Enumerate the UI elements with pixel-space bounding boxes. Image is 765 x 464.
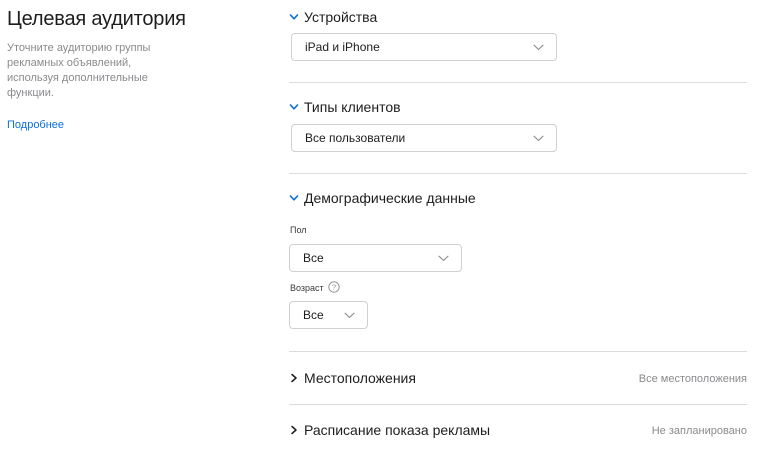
devices-select[interactable]: iPad и iPhone <box>291 33 557 61</box>
ad-schedule-title: Расписание показа рекламы <box>304 422 491 438</box>
dropdown-arrow-icon <box>533 131 544 145</box>
divider <box>289 82 747 83</box>
customer-types-select[interactable]: Все пользователи <box>291 124 557 152</box>
help-circle-icon[interactable]: ? <box>328 281 340 295</box>
age-label-row: Возраст ? <box>290 281 340 295</box>
divider <box>289 404 747 405</box>
demographics-section-header[interactable]: Демографические данные <box>289 190 476 206</box>
devices-title: Устройства <box>304 9 378 25</box>
customer-types-title: Типы клиентов <box>304 99 401 115</box>
gender-select-value: Все <box>303 251 324 265</box>
devices-section-header[interactable]: Устройства <box>289 9 377 25</box>
dropdown-arrow-icon <box>438 251 449 265</box>
locations-section-header[interactable]: Местоположения <box>289 370 416 386</box>
svg-text:?: ? <box>332 283 336 292</box>
customer-types-select-value: Все пользователи <box>305 131 406 145</box>
gender-select[interactable]: Все <box>289 244 462 272</box>
divider <box>289 351 747 352</box>
chevron-down-icon <box>289 13 299 21</box>
gender-label: Пол <box>290 225 307 235</box>
chevron-right-icon <box>289 373 299 383</box>
customer-types-section-header[interactable]: Типы клиентов <box>289 99 401 115</box>
page-title: Целевая аудитория <box>7 8 186 30</box>
devices-select-value: iPad и iPhone <box>305 40 380 54</box>
page-description: Уточните аудиторию группы рекламных объя… <box>7 42 151 99</box>
age-label: Возраст <box>290 283 324 293</box>
dropdown-arrow-icon <box>533 40 544 54</box>
learn-more-link[interactable]: Подробнее <box>7 119 207 131</box>
chevron-down-icon <box>289 194 299 202</box>
left-panel: Целевая аудитория Уточните аудиторию гру… <box>7 8 207 131</box>
locations-summary: Все местоположения <box>638 373 747 385</box>
chevron-right-icon <box>289 425 299 435</box>
locations-title: Местоположения <box>304 370 416 386</box>
age-select[interactable]: Все <box>289 301 368 329</box>
dropdown-arrow-icon <box>344 308 355 322</box>
demographics-title: Демографические данные <box>304 190 476 206</box>
ad-schedule-section-header[interactable]: Расписание показа рекламы <box>289 422 490 438</box>
divider <box>289 173 747 174</box>
chevron-down-icon <box>289 103 299 111</box>
age-select-value: Все <box>303 308 324 322</box>
ad-schedule-summary: Не запланировано <box>651 425 747 437</box>
